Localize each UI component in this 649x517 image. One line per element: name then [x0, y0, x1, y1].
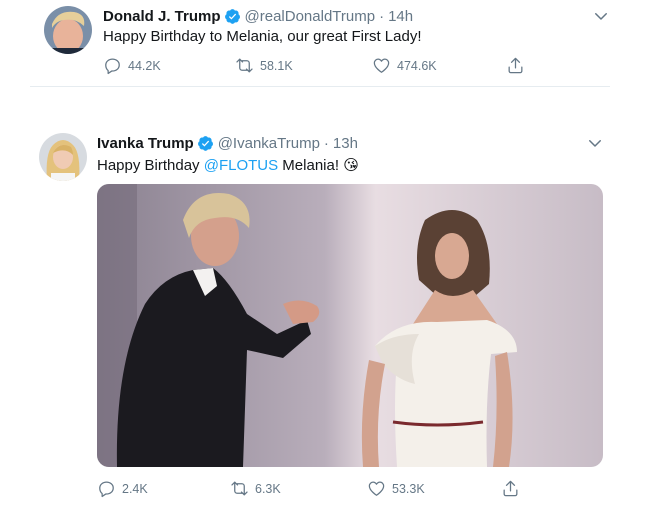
mention-link[interactable]: @FLOTUS — [204, 157, 278, 174]
display-name[interactable]: Ivanka Trump — [97, 135, 194, 152]
like-icon — [368, 481, 385, 496]
retweet-button[interactable]: 6.3K — [230, 479, 281, 498]
tweet-2: Ivanka Trump @IvankaTrump · 13h Happy Bi… — [0, 0, 649, 517]
avatar-ivanka-trump[interactable] — [39, 133, 87, 181]
like-count: 53.3K — [392, 481, 425, 496]
chevron-down-icon[interactable] — [586, 134, 604, 152]
like-button[interactable]: 53.3K — [367, 479, 425, 498]
share-button[interactable] — [501, 479, 526, 498]
tweet-text-end: Melania! — [278, 157, 344, 174]
reply-icon — [99, 481, 114, 498]
handle[interactable]: @IvankaTrump — [218, 135, 320, 152]
tweet-text: Happy Birthday @FLOTUS Melania! 😘 — [97, 156, 359, 174]
tweet-header: Ivanka Trump @IvankaTrump · 13h — [97, 133, 358, 153]
reply-button[interactable]: 2.4K — [97, 479, 148, 498]
timestamp[interactable]: 13h — [333, 135, 358, 152]
tweet-text-start: Happy Birthday — [97, 157, 204, 174]
kiss-emoji: 😘 — [343, 157, 359, 174]
verified-badge-icon — [197, 135, 213, 151]
reply-count: 2.4K — [122, 481, 148, 496]
retweet-count: 6.3K — [255, 481, 281, 496]
retweet-icon — [231, 481, 248, 496]
share-icon — [503, 480, 518, 497]
separator-dot: · — [323, 134, 329, 152]
tweet-photo[interactable] — [97, 184, 603, 467]
